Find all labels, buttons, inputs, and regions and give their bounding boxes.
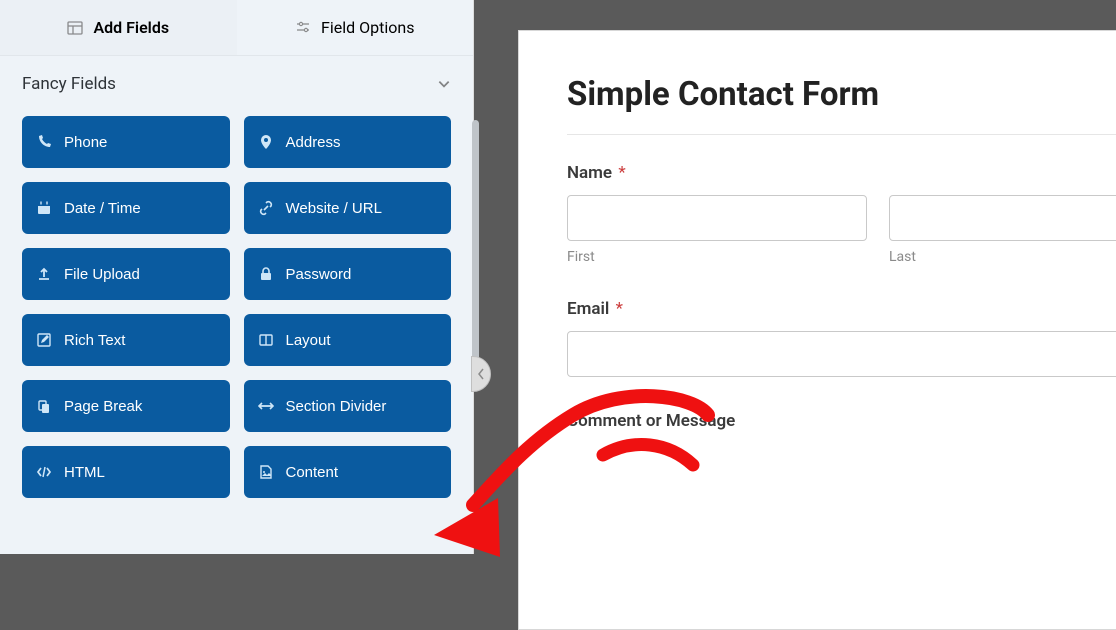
sliders-icon	[295, 20, 311, 36]
form-field-email[interactable]: Email *	[567, 299, 1116, 377]
tab-field-options[interactable]: Field Options	[237, 0, 474, 55]
last-sublabel: Last	[889, 249, 1116, 265]
email-label: Email *	[567, 299, 1116, 319]
field-date-time[interactable]: Date / Time	[22, 182, 230, 234]
field-label: Page Break	[64, 398, 142, 415]
field-phone[interactable]: Phone	[22, 116, 230, 168]
name-inputs-row: First Last	[567, 195, 1116, 265]
field-label: Content	[286, 464, 339, 481]
first-sublabel: First	[567, 249, 867, 265]
form-title: Simple Contact Form	[567, 75, 1116, 114]
map-marker-icon	[258, 134, 274, 150]
tab-label: Field Options	[321, 18, 414, 37]
file-image-icon	[258, 464, 274, 480]
chevron-down-icon	[437, 77, 451, 91]
form-field-name[interactable]: Name * First Last	[567, 163, 1116, 265]
panel-tabs: Add Fields Field Options	[0, 0, 473, 56]
fields-panel: Add Fields Field Options Fancy Fields Ph…	[0, 0, 474, 554]
title-divider	[567, 134, 1116, 135]
field-label: HTML	[64, 464, 105, 481]
label-text: Email	[567, 299, 609, 319]
field-html[interactable]: HTML	[22, 446, 230, 498]
collapse-panel-toggle[interactable]	[471, 356, 491, 392]
field-layout[interactable]: Layout	[244, 314, 452, 366]
code-icon	[36, 464, 52, 480]
field-page-break[interactable]: Page Break	[22, 380, 230, 432]
section-fancy-fields-header[interactable]: Fancy Fields	[0, 56, 473, 104]
calendar-icon	[36, 200, 52, 216]
field-label: Rich Text	[64, 332, 125, 349]
arrows-h-icon	[258, 398, 274, 414]
pencil-square-icon	[36, 332, 52, 348]
field-address[interactable]: Address	[244, 116, 452, 168]
section-title: Fancy Fields	[22, 74, 116, 94]
comment-label: Comment or Message	[567, 411, 1116, 431]
label-text: Name	[567, 163, 612, 183]
tab-label: Add Fields	[93, 18, 169, 37]
upload-icon	[36, 266, 52, 282]
required-marker: *	[616, 299, 623, 319]
field-label: Section Divider	[286, 398, 387, 415]
field-label: File Upload	[64, 266, 140, 283]
field-password[interactable]: Password	[244, 248, 452, 300]
phone-icon	[36, 134, 52, 150]
last-name-col: Last	[889, 195, 1116, 265]
panel-scrollbar[interactable]	[472, 120, 479, 370]
field-file-upload[interactable]: File Upload	[22, 248, 230, 300]
field-label: Password	[286, 266, 352, 283]
copy-icon	[36, 398, 52, 414]
name-label: Name *	[567, 163, 1116, 183]
fancy-fields-grid: Phone Address Date / Time Website / URL …	[0, 104, 473, 512]
first-name-input[interactable]	[567, 195, 867, 241]
field-label: Date / Time	[64, 200, 141, 217]
field-label: Address	[286, 134, 341, 151]
field-section-divider[interactable]: Section Divider	[244, 380, 452, 432]
field-website-url[interactable]: Website / URL	[244, 182, 452, 234]
chevron-left-icon	[477, 368, 485, 380]
lock-icon	[258, 266, 274, 282]
required-marker: *	[618, 163, 625, 183]
form-field-comment[interactable]: Comment or Message	[567, 411, 1116, 431]
form-icon	[67, 20, 83, 36]
first-name-col: First	[567, 195, 867, 265]
tab-add-fields[interactable]: Add Fields	[0, 0, 237, 55]
field-label: Website / URL	[286, 200, 382, 217]
columns-icon	[258, 332, 274, 348]
field-rich-text[interactable]: Rich Text	[22, 314, 230, 366]
field-label: Phone	[64, 134, 107, 151]
email-input[interactable]	[567, 331, 1116, 377]
field-label: Layout	[286, 332, 331, 349]
last-name-input[interactable]	[889, 195, 1116, 241]
form-preview: Simple Contact Form Name * First Last Em…	[518, 30, 1116, 630]
link-icon	[258, 200, 274, 216]
field-content[interactable]: Content	[244, 446, 452, 498]
